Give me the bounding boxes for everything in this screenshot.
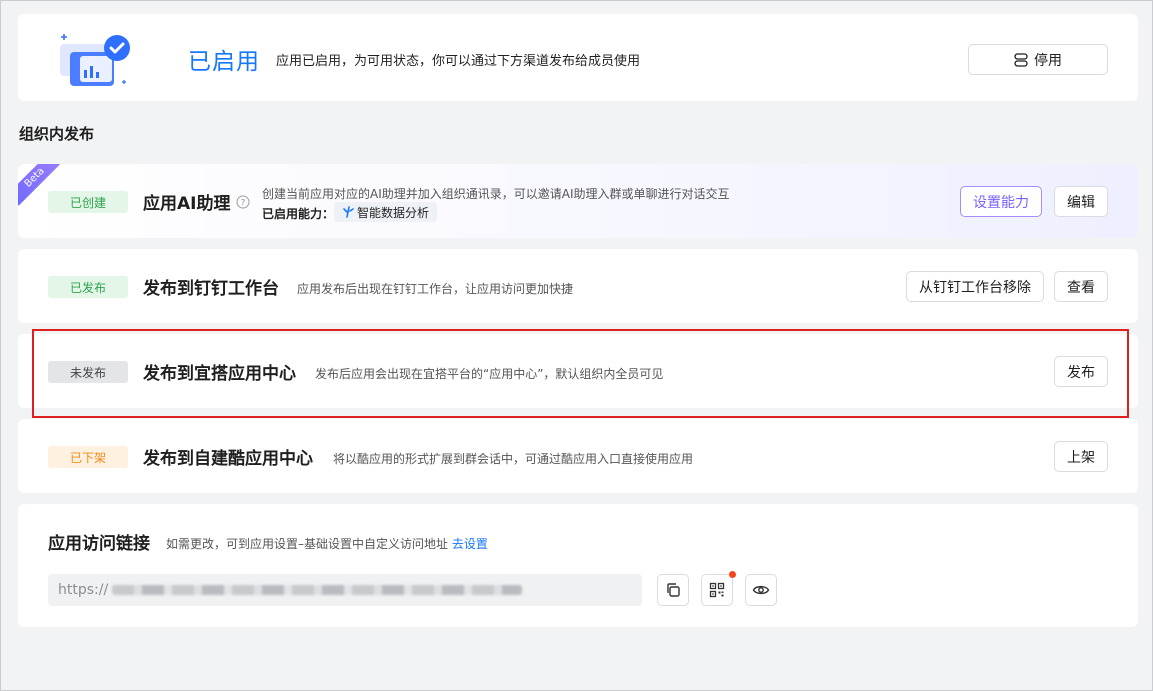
row-title: 发布到自建酷应用中心 [143,449,313,469]
capability-label: 智能数据分析 [357,205,430,220]
dingtalk-workbench-row: 已发布 发布到钉钉工作台 应用发布后出现在钉钉工作台，让应用访问更加快捷 从钉钉… [18,249,1138,323]
row-description: 发布后应用会出现在宜搭平台的“应用中心”，默认组织内全员可见 [315,367,664,381]
go-settings-link[interactable]: 去设置 [452,537,488,551]
yida-app-center-row: 未发布 发布到宜搭应用中心 发布后应用会出现在宜搭平台的“应用中心”，默认组织内… [18,334,1138,408]
status-badge: 已发布 [48,276,128,298]
status-title: 已启用 [188,49,260,75]
disable-button[interactable]: 停用 [968,44,1108,75]
access-url-field[interactable]: https:// [48,574,642,606]
edit-button[interactable]: 编辑 [1054,186,1108,217]
access-link-card: 应用访问链接 如需更改，可到应用设置–基础设置中自定义访问地址 去设置 http… [18,504,1138,627]
capability-chip[interactable]: 智能数据分析 [334,202,438,222]
access-link-title: 应用访问链接 [48,534,150,554]
view-button[interactable]: 查看 [1054,271,1108,302]
app-enabled-illustration-icon [60,34,130,86]
sparkle-icon [343,206,354,218]
row-title: 发布到钉钉工作台 [143,279,279,299]
toggle-icon [1014,52,1028,67]
list-button[interactable]: 上架 [1054,441,1108,472]
disable-label: 停用 [1034,52,1062,69]
remove-from-workbench-button[interactable]: 从钉钉工作台移除 [906,271,1044,302]
row-title: 应用AI助理 [143,194,231,214]
row-description: 应用发布后出现在钉钉工作台，让应用访问更加快捷 [297,282,574,296]
copy-icon [667,583,680,597]
status-badge: 已创建 [48,191,128,213]
notification-dot [729,571,736,578]
access-link-description: 如需更改，可到应用设置–基础设置中自定义访问地址 去设置 [166,535,488,552]
status-badge: 未发布 [48,361,128,383]
row-description: 将以酷应用的形式扩展到群会话中，可通过酷应用入口直接使用应用 [333,452,694,466]
set-capability-button[interactable]: 设置能力 [960,186,1042,217]
status-badge: 已下架 [48,446,128,468]
section-heading: 组织内发布 [19,125,95,143]
svg-text:?: ? [241,199,246,209]
eye-icon [752,585,770,595]
ai-assistant-row: Beta 已创建 应用AI助理 ? 创建当前应用对应的AI助理并加入组织通讯录，… [18,164,1138,238]
status-description: 应用已启用，为可用状态，你可以通过下方渠道发布给成员使用 [276,54,641,69]
access-link-hint: 如需更改，可到应用设置–基础设置中自定义访问地址 [166,537,449,551]
row-title: 发布到宜搭应用中心 [143,364,296,384]
copy-button[interactable] [657,574,689,606]
url-prefix: https:// [58,582,109,598]
publish-button[interactable]: 发布 [1054,356,1108,387]
cool-app-center-row: 已下架 发布到自建酷应用中心 将以酷应用的形式扩展到群会话中，可通过酷应用入口直… [18,419,1138,493]
row-description: 创建当前应用对应的AI助理并加入组织通讯录，可以邀请AI助理入群或单聊进行对话交… [262,187,730,201]
qrcode-icon [709,582,725,598]
preview-button[interactable] [745,574,777,606]
help-icon[interactable]: ? [236,195,250,209]
blurred-url [112,585,523,595]
qrcode-button[interactable] [701,571,736,606]
status-card: 已启用 应用已启用，为可用状态，你可以通过下方渠道发布给成员使用 停用 [18,14,1138,101]
enabled-caps-label: 已启用能力： [262,207,335,221]
